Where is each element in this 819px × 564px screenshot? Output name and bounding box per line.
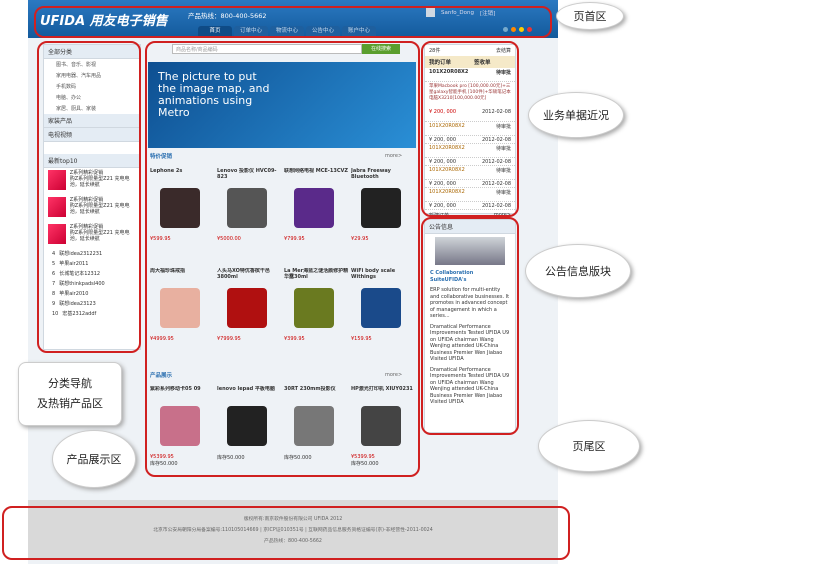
callout-orders: 业务单据近况: [528, 92, 624, 138]
callout-notice: 公告信息版块: [525, 244, 631, 298]
highlight-header: [34, 6, 552, 38]
highlight-orders: [421, 41, 519, 217]
callout-products: 产品展示区: [52, 430, 136, 488]
callout-header: 页首区: [556, 2, 624, 30]
highlight-notice: [421, 217, 519, 435]
highlight-footer: [2, 506, 570, 560]
highlight-sidebar: [37, 41, 141, 353]
callout-nav: 分类导航 及热销产品区: [18, 362, 122, 426]
callout-footer: 页尾区: [538, 420, 640, 472]
highlight-products: [145, 41, 420, 477]
